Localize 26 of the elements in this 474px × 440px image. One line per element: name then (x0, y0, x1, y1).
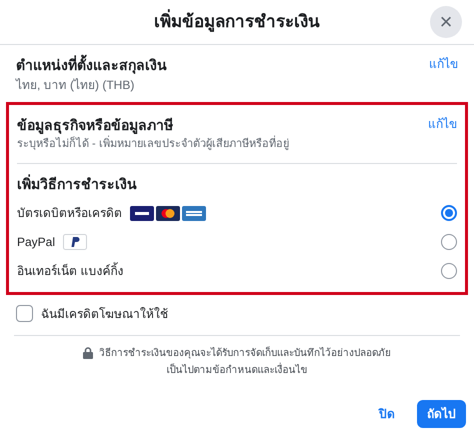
card-logo-icon (130, 206, 154, 220)
dialog-title: เพิ่มข้อมูลการชำระเงิน (154, 9, 320, 35)
close-button[interactable]: × (430, 6, 462, 38)
section-value: ระบุหรือไม่ก็ได้ - เพิ่มหมายเลขประจำตัวผู้เสียภาษีหรือที่อยู่ (17, 136, 289, 152)
checkbox[interactable] (16, 305, 33, 322)
section-title: ข้อมูลธุรกิจหรือข้อมูลภาษี (17, 116, 174, 136)
payment-method-label: บัตรเดบิตหรือเครดิต (17, 205, 122, 222)
radio-button[interactable] (441, 263, 457, 279)
payment-method-label: PayPal (17, 234, 56, 251)
card-logo-icon (156, 206, 180, 220)
lock-icon (83, 347, 93, 359)
edit-link[interactable]: แก้ไข (428, 115, 457, 152)
edit-link[interactable]: แก้ไข (429, 55, 458, 94)
security-note: เป็นไปตามข้อกำหนดและเงื่อนไข (166, 362, 308, 378)
checkbox-label: ฉันมีเครดิตโฆษณาให้ใช้ (41, 306, 168, 322)
next-button[interactable]: ถัดไป (417, 400, 466, 428)
section-title: ตำแหน่งที่ตั้งและสกุลเงิน (16, 55, 167, 76)
radio-button[interactable] (441, 234, 457, 250)
section-value: ไทย, บาท (ไทย) (THB) (16, 77, 136, 94)
security-note: วิธีการชำระเงินของคุณจะได้รับการจัดเก็บและบันทึกไว้อย่างปลอดภัย (99, 346, 391, 360)
section-title: เพิ่มวิธีการชำระเงิน (17, 174, 138, 194)
payment-method-label: อินเทอร์เน็ต แบงค์กิ้ง (17, 262, 124, 280)
close-button[interactable]: ปิด (369, 400, 405, 428)
radio-button[interactable] (441, 205, 457, 221)
paypal-logo-icon (63, 234, 88, 250)
card-logo-icon (182, 206, 206, 220)
